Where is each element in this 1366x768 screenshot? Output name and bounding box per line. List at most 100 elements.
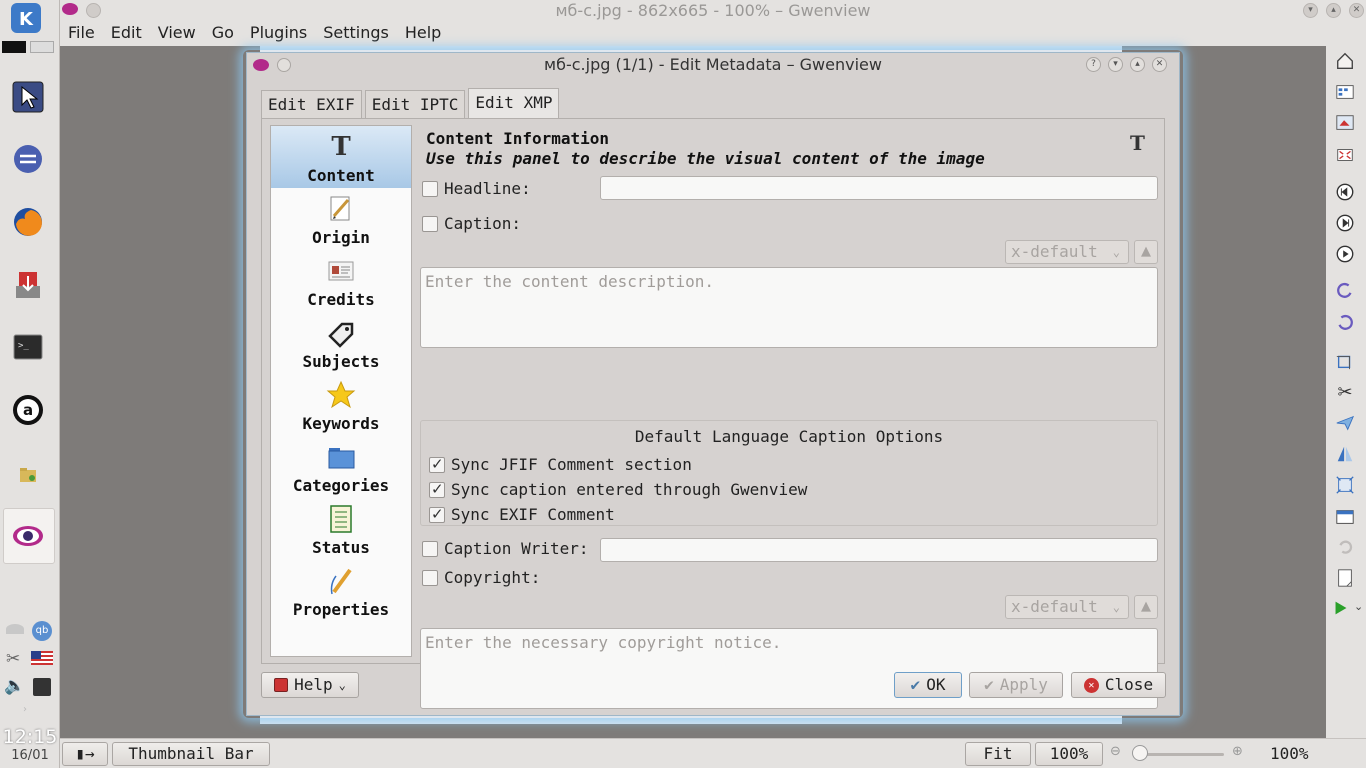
qbittorrent-icon[interactable]: qb [32, 621, 52, 641]
run-icon[interactable] [1330, 597, 1352, 619]
folder-app-icon[interactable] [9, 456, 47, 494]
edit-metadata-dialog: мб-c.jpg (1/1) - Edit Metadata – Gwenvie… [246, 52, 1180, 716]
mirror-icon[interactable] [1334, 443, 1356, 465]
pager-desktop-2[interactable] [30, 41, 54, 53]
taskbar: K >_ a qb ✂ 🔈 › 12:15 16/01 [0, 0, 60, 768]
window-titlebar: мб-c.jpg - 862x665 - 100% – Gwenview ▾ ▴… [60, 0, 1366, 22]
nav-item-subjects[interactable]: Subjects [271, 312, 411, 374]
browse-icon[interactable] [1334, 81, 1356, 103]
zoom-fit-button[interactable]: Fit [965, 742, 1031, 766]
dialog-close-button[interactable]: ✕ [1152, 57, 1167, 72]
nav-item-content[interactable]: T Content [271, 126, 411, 188]
nav-item-categories[interactable]: Categories [271, 436, 411, 498]
zoom-level-label: 100% [1270, 744, 1309, 763]
pager-icon[interactable] [2, 41, 26, 53]
zoom-in-icon[interactable]: ⊕ [1232, 744, 1243, 759]
cursor-app-icon[interactable] [9, 78, 47, 116]
tray-expand-icon[interactable]: › [23, 704, 27, 715]
menu-view[interactable]: View [150, 22, 204, 44]
volume-icon[interactable]: 🔈 [4, 676, 25, 696]
clock-date: 16/01 [11, 748, 49, 763]
us-flag-icon[interactable] [31, 651, 53, 665]
copyright-language-select[interactable]: x-default ⌄ [1005, 595, 1129, 619]
view-image-icon[interactable] [1334, 112, 1356, 134]
close-window-button[interactable]: ✕ [1349, 3, 1364, 18]
nav-item-status[interactable]: Status [271, 498, 411, 560]
headline-checkbox[interactable] [422, 181, 438, 197]
sync-jfif-checkbox[interactable] [429, 455, 445, 473]
toggle-sidebar-button[interactable]: ▮→ [62, 742, 108, 766]
dialog-maximize-button[interactable]: ▴ [1130, 57, 1145, 72]
dialog-title: мб-c.jpg (1/1) - Edit Metadata – Gwenvie… [544, 55, 882, 74]
clock[interactable]: 12:15 16/01 [0, 726, 60, 763]
zoom-100-button[interactable]: 100% [1035, 742, 1103, 766]
dialog-minimize-button[interactable]: ▾ [1108, 57, 1123, 72]
minimize-button[interactable]: ▾ [1303, 3, 1318, 18]
zoom-slider-track[interactable] [1136, 753, 1224, 756]
caption-translate-button[interactable]: ▲ [1134, 240, 1158, 264]
nav-item-keywords[interactable]: Keywords [271, 374, 411, 436]
tab-edit-iptc[interactable]: Edit IPTC [364, 90, 466, 118]
svg-text:>_: >_ [18, 341, 29, 351]
caption-writer-checkbox[interactable] [422, 541, 438, 557]
caption-language-select[interactable]: x-default ⌄ [1005, 240, 1129, 264]
play-icon[interactable] [1334, 243, 1356, 265]
run-dropdown-icon[interactable]: ⌄ [1354, 600, 1363, 613]
nav-item-properties[interactable]: Properties [271, 560, 411, 622]
caption-textarea[interactable]: Enter the content description. [420, 267, 1158, 348]
tab-edit-exif[interactable]: Edit EXIF [261, 90, 362, 118]
nav-label: Credits [307, 290, 375, 309]
install-icon[interactable] [9, 266, 47, 304]
sync-exif-checkbox[interactable] [429, 505, 445, 523]
menu-plugins[interactable]: Plugins [242, 22, 315, 44]
maximize-button[interactable]: ▴ [1326, 3, 1341, 18]
crop-icon[interactable] [1334, 350, 1356, 372]
ok-button[interactable]: ✔ OK [894, 672, 962, 698]
dialog-help-button[interactable]: ? [1086, 57, 1101, 72]
tab-edit-xmp[interactable]: Edit XMP [468, 88, 560, 118]
nav-item-credits[interactable]: Credits [271, 250, 411, 312]
menu-file[interactable]: File [60, 22, 103, 44]
fullscreen-icon[interactable] [1334, 144, 1356, 166]
menu-edit[interactable]: Edit [103, 22, 150, 44]
cut-icon[interactable]: ✂ [1334, 381, 1356, 403]
menu-go[interactable]: Go [204, 22, 242, 44]
rotate-left-icon[interactable] [1334, 280, 1356, 302]
caption-checkbox[interactable] [422, 216, 438, 232]
close-button[interactable]: ✕ Close [1071, 672, 1166, 698]
copyright-checkbox[interactable] [422, 570, 438, 586]
printer-icon[interactable] [33, 678, 51, 696]
amarok-icon[interactable]: a [9, 391, 47, 429]
home-icon[interactable] [1334, 50, 1356, 72]
window-title: мб-c.jpg - 862x665 - 100% – Gwenview [555, 1, 871, 20]
previous-icon[interactable] [1334, 181, 1356, 203]
gwenview-task-icon[interactable] [9, 517, 47, 555]
nav-item-origin[interactable]: Origin [271, 188, 411, 250]
send-icon[interactable] [1334, 412, 1356, 434]
menu-help[interactable]: Help [397, 22, 449, 44]
undo-icon[interactable] [1334, 536, 1356, 558]
caption-placeholder: Enter the content description. [425, 272, 714, 291]
help-button[interactable]: Help ⌄ [261, 672, 359, 698]
sync-gwenview-checkbox[interactable] [429, 480, 445, 498]
zoom-slider-handle[interactable] [1132, 745, 1148, 761]
sync-gwenview-label: Sync caption entered through Gwenview [451, 480, 808, 499]
caption-writer-input[interactable] [600, 538, 1158, 562]
apply-button[interactable]: ✔ Apply [969, 672, 1063, 698]
kde-menu-icon[interactable]: K [8, 0, 44, 36]
terminal-icon[interactable]: >_ [9, 328, 47, 366]
slideshow-window-icon[interactable] [1334, 506, 1356, 528]
eclipse-icon[interactable] [9, 140, 47, 178]
copyright-translate-button[interactable]: ▲ [1134, 595, 1158, 619]
scissors-tray-icon[interactable]: ✂ [6, 649, 20, 669]
note-icon[interactable] [1334, 567, 1356, 589]
zoom-out-icon[interactable]: ⊖ [1110, 744, 1121, 759]
next-icon[interactable] [1334, 212, 1356, 234]
rotate-right-icon[interactable] [1334, 312, 1356, 334]
firefox-icon[interactable] [9, 203, 47, 241]
headline-input[interactable] [600, 176, 1158, 200]
menu-settings[interactable]: Settings [315, 22, 397, 44]
resize-icon[interactable] [1334, 474, 1356, 496]
thumbnail-bar-button[interactable]: Thumbnail Bar [112, 742, 270, 766]
network-icon[interactable] [6, 624, 24, 634]
